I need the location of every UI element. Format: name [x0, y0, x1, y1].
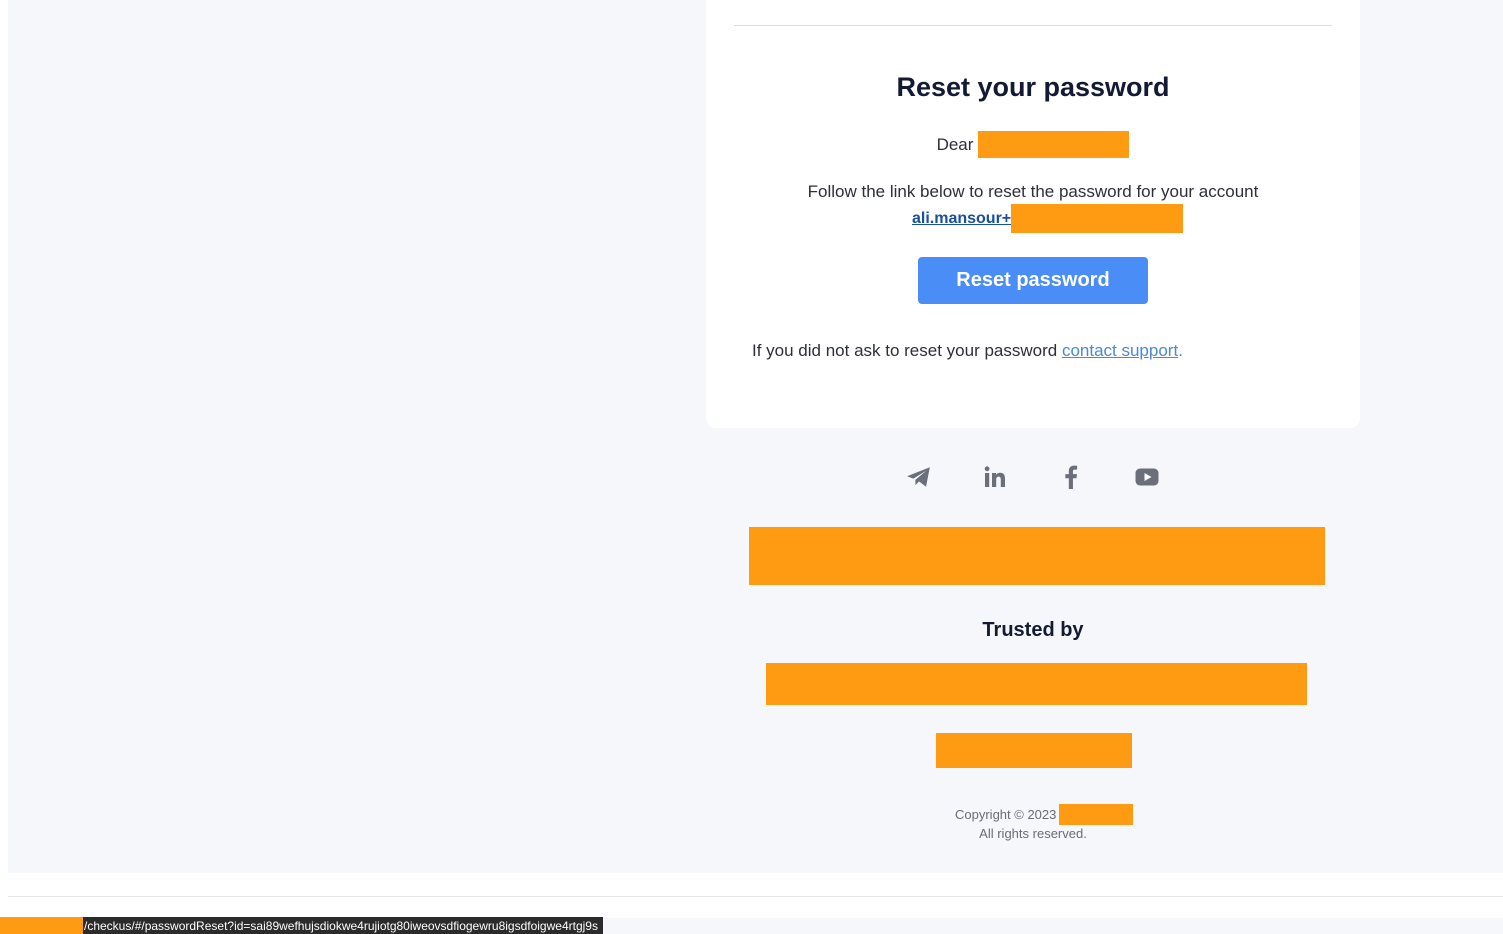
- status-url: /checkus/#/passwordReset?id=sai89wefhujs…: [84, 918, 598, 933]
- facebook-icon[interactable]: [1052, 460, 1090, 494]
- redacted-company-logo: [936, 733, 1132, 768]
- greeting: Dear: [706, 131, 1360, 158]
- greeting-label: Dear: [936, 134, 974, 154]
- card-divider: [734, 25, 1332, 26]
- redacted-email-domain: [1011, 204, 1184, 233]
- copyright-text: Copyright © 2023: [955, 807, 1057, 822]
- support-prefix: If you did not ask to reset your passwor…: [752, 341, 1062, 360]
- redacted-domain: [0, 917, 83, 934]
- instruction-text: Follow the link below to reset the passw…: [807, 182, 1259, 201]
- email-card: Reset your password Dear Follow the link…: [706, 0, 1360, 428]
- redacted-partner-logos: [766, 663, 1307, 705]
- redacted-company-name: [1059, 804, 1134, 825]
- page: Reset your password Dear Follow the link…: [0, 0, 1503, 934]
- rights-reserved: All rights reserved.: [979, 826, 1087, 841]
- redacted-banner: [749, 527, 1325, 585]
- support-text: If you did not ask to reset your passwor…: [752, 341, 1332, 361]
- trusted-by-heading: Trusted by: [982, 619, 1084, 641]
- reset-password-button[interactable]: Reset password: [918, 257, 1148, 304]
- telegram-icon[interactable]: [900, 460, 938, 494]
- copyright: Copyright © 2023: [955, 804, 1134, 825]
- youtube-icon[interactable]: [1128, 460, 1166, 494]
- linkedin-icon[interactable]: [976, 460, 1014, 494]
- social-links: [900, 460, 1166, 494]
- account-email: ali.mansour+: [912, 204, 1184, 233]
- browser-status-bar: /checkus/#/passwordReset?id=sai89wefhujs…: [0, 917, 603, 934]
- account-email-link[interactable]: ali.mansour+: [912, 210, 1011, 228]
- bottom-divider: [8, 896, 1503, 897]
- redacted-name: [978, 131, 1130, 158]
- support-suffix: .: [1178, 341, 1183, 360]
- contact-support-link[interactable]: contact support: [1062, 341, 1178, 360]
- page-title: Reset your password: [896, 72, 1170, 102]
